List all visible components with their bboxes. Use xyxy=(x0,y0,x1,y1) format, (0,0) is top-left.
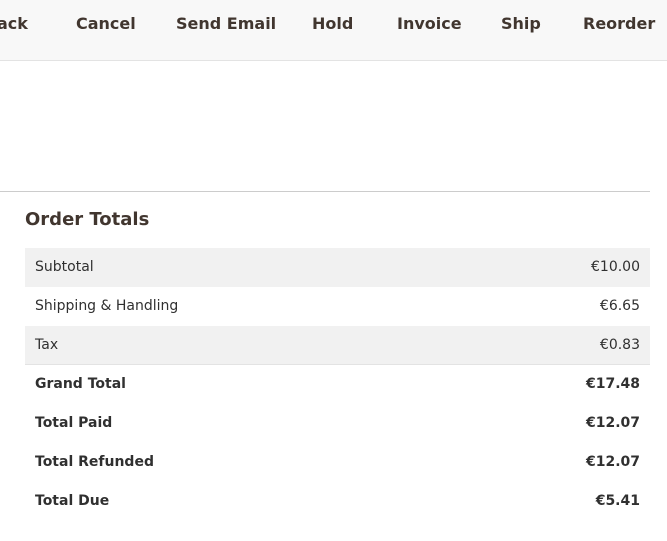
totals-row-shipping: Shipping & Handling €6.65 xyxy=(25,287,650,326)
totals-row-total-paid: Total Paid €12.07 xyxy=(25,404,650,443)
section-divider xyxy=(0,191,650,192)
ship-button[interactable]: Ship xyxy=(501,14,541,34)
totals-value: €10.00 xyxy=(591,259,640,275)
invoice-button[interactable]: Invoice xyxy=(397,14,462,34)
totals-value: €12.07 xyxy=(585,415,640,431)
totals-row-total-due: Total Due €5.41 xyxy=(25,482,650,521)
totals-label: Grand Total xyxy=(35,376,126,392)
totals-label: Shipping & Handling xyxy=(35,298,179,314)
totals-value: €17.48 xyxy=(585,376,640,392)
totals-value: €5.41 xyxy=(595,493,640,509)
totals-value: €12.07 xyxy=(585,454,640,470)
send-email-button[interactable]: Send Email xyxy=(176,14,276,34)
order-totals-table: Subtotal €10.00 Shipping & Handling €6.6… xyxy=(25,248,650,521)
totals-value: €0.83 xyxy=(599,337,640,353)
totals-value: €6.65 xyxy=(599,298,640,314)
totals-row-tax: Tax €0.83 xyxy=(25,326,650,365)
totals-label: Total Due xyxy=(35,493,110,509)
reorder-button[interactable]: Reorder xyxy=(583,14,655,34)
cancel-button[interactable]: Cancel xyxy=(76,14,136,34)
totals-label: Tax xyxy=(35,337,59,353)
totals-label: Subtotal xyxy=(35,259,94,275)
page-actions-toolbar: ack Cancel Send Email Hold Invoice Ship … xyxy=(0,0,667,61)
totals-label: Total Paid xyxy=(35,415,113,431)
order-totals-title: Order Totals xyxy=(25,209,150,230)
totals-row-subtotal: Subtotal €10.00 xyxy=(25,248,650,287)
back-button[interactable]: ack xyxy=(0,14,28,34)
totals-row-grand-total: Grand Total €17.48 xyxy=(25,365,650,404)
totals-row-total-refunded: Total Refunded €12.07 xyxy=(25,443,650,482)
totals-label: Total Refunded xyxy=(35,454,154,470)
hold-button[interactable]: Hold xyxy=(312,14,353,34)
